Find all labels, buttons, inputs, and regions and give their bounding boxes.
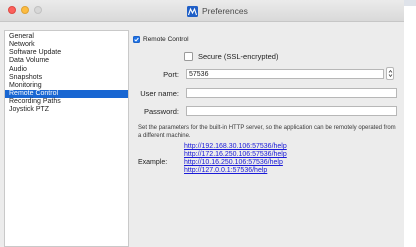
stepper-arrows-icon — [388, 69, 392, 78]
example-links: http://192.168.30.106:57536/help http://… — [184, 143, 287, 175]
preferences-window: Preferences General Network Software Upd… — [0, 0, 404, 247]
remote-control-toggle-row: Remote Control — [133, 36, 189, 43]
server-description: Set the parameters for the built-in HTTP… — [138, 125, 396, 139]
username-field[interactable] — [186, 88, 397, 98]
example-link[interactable]: http://10.16.250.106:57536/help — [184, 159, 287, 167]
sidebar-item-recording-paths[interactable]: Recording Paths — [5, 98, 128, 106]
remote-control-panel: Remote Control Secure (SSL-encrypted) Po… — [129, 30, 404, 247]
title-bar: Preferences — [0, 0, 404, 22]
preferences-sidebar: General Network Software Update Data Vol… — [4, 30, 129, 247]
sidebar-item-audio[interactable]: Audio — [5, 66, 128, 74]
password-field[interactable] — [186, 106, 397, 116]
sidebar-item-data-volume[interactable]: Data Volume — [5, 57, 128, 65]
sidebar-item-network[interactable]: Network — [5, 41, 128, 49]
remote-control-checkbox[interactable] — [133, 36, 140, 43]
checkmark-icon — [134, 37, 139, 42]
example-link[interactable]: http://192.168.30.106:57536/help — [184, 143, 287, 151]
example-link[interactable]: http://127.0.0.1:57536/help — [184, 167, 287, 175]
secure-ssl-row: Secure (SSL-encrypted) — [184, 52, 278, 61]
app-icon — [187, 5, 198, 17]
port-label: Port: — [163, 70, 179, 79]
remote-control-label: Remote Control — [143, 36, 189, 43]
sidebar-item-joystick-ptz[interactable]: Joystick PTZ — [5, 106, 128, 114]
window-title-group: Preferences — [187, 5, 248, 17]
username-label: User name: — [140, 89, 179, 98]
port-stepper[interactable] — [386, 67, 394, 80]
zoom-window-button[interactable] — [34, 6, 42, 14]
port-field[interactable] — [186, 69, 384, 79]
sidebar-item-monitoring[interactable]: Monitoring — [5, 82, 128, 90]
example-link[interactable]: http://172.16.250.106:57536/help — [184, 151, 287, 159]
sidebar-item-general[interactable]: General — [5, 33, 128, 41]
minimize-window-button[interactable] — [21, 6, 29, 14]
example-label: Example: — [138, 159, 168, 166]
secure-ssl-label: Secure (SSL-encrypted) — [198, 52, 279, 61]
background-edge — [404, 0, 416, 6]
close-window-button[interactable] — [8, 6, 16, 14]
sidebar-item-snapshots[interactable]: Snapshots — [5, 74, 128, 82]
password-label: Password: — [143, 107, 179, 116]
sidebar-item-software-update[interactable]: Software Update — [5, 49, 128, 57]
sidebar-item-remote-control[interactable]: Remote Control — [5, 89, 128, 99]
window-title: Preferences — [202, 6, 248, 16]
secure-ssl-checkbox[interactable] — [184, 52, 193, 61]
